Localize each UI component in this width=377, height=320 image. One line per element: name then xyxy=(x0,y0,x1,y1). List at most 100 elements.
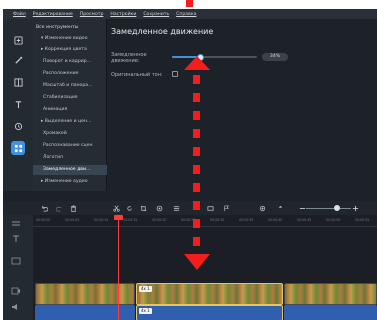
record-button[interactable] xyxy=(258,204,266,212)
zoom-in-button[interactable] xyxy=(351,204,359,212)
slowdown-value-field[interactable]: 34% xyxy=(262,53,288,61)
properties-button[interactable] xyxy=(172,204,180,212)
original-tone-checkbox[interactable] xyxy=(172,71,178,77)
add-track-icon[interactable] xyxy=(11,220,21,228)
arrow-dash xyxy=(193,75,200,84)
color-button[interactable] xyxy=(155,204,163,212)
video-track-icon xyxy=(11,287,21,295)
marker-icon xyxy=(278,205,282,211)
transitions-icon xyxy=(13,77,23,87)
text-track-icon xyxy=(11,235,21,243)
tree-item-logo[interactable]: Логотип xyxy=(33,153,107,163)
tree-item-change-video[interactable]: ▾ Изменение видео xyxy=(33,34,107,44)
delete-button[interactable] xyxy=(69,204,77,212)
audio-clip[interactable] xyxy=(284,305,377,320)
slowdown-label: Замедленное движение: xyxy=(111,52,147,64)
tree-item-chroma-key[interactable]: Хромакей xyxy=(33,129,107,139)
playhead[interactable] xyxy=(118,215,119,320)
tree-item-animation[interactable]: Анимация xyxy=(33,105,107,115)
sticker-icon xyxy=(14,122,22,130)
tree-item-highlight[interactable]: ▸ Выделение и цен... xyxy=(33,117,107,127)
zoom-slider-handle[interactable] xyxy=(334,205,340,211)
arrow-dash xyxy=(193,147,200,156)
menu-view[interactable]: Просмотр xyxy=(80,12,104,17)
crop-button[interactable] xyxy=(139,204,147,212)
insert-icon xyxy=(207,205,213,211)
tree-item-scene-detection[interactable]: Распознавание сцен xyxy=(33,141,107,151)
menu-help[interactable]: Справка xyxy=(176,12,196,17)
crop-icon xyxy=(140,205,146,211)
cut-button[interactable] xyxy=(112,204,120,212)
tree-item-slow-motion[interactable]: Замедленное дви... xyxy=(33,165,107,175)
zoom-slider[interactable] xyxy=(306,208,351,209)
video-clip[interactable] xyxy=(284,283,377,305)
audio-clip[interactable] xyxy=(35,305,135,320)
arrow-dash xyxy=(193,165,200,174)
tree-item-change-audio[interactable]: ▸ Изменение аудио xyxy=(33,177,107,187)
menu-bar: Файл Редактирование Просмотр Настройки С… xyxy=(3,9,377,19)
tree-item-zoom-pan[interactable]: Масштаб и панора... xyxy=(33,81,107,91)
annotation-top-mark xyxy=(186,0,193,7)
trash-icon xyxy=(70,205,76,212)
arrow-dash xyxy=(193,219,200,228)
import-tool[interactable] xyxy=(11,33,25,47)
arrow-down-head-icon xyxy=(184,254,210,270)
sliders-icon xyxy=(173,205,179,211)
arrow-dash xyxy=(193,183,200,192)
redo-icon xyxy=(55,206,61,212)
slow-motion-panel: Замедленное движение Замедленное движени… xyxy=(107,19,377,191)
arrow-dash xyxy=(193,201,200,210)
arrow-dash xyxy=(193,93,200,102)
menu-save[interactable]: Сохранить xyxy=(143,12,169,17)
record-icon xyxy=(259,205,265,211)
insert-button[interactable] xyxy=(206,204,214,212)
rotate-icon xyxy=(126,205,132,211)
scissors-icon xyxy=(112,205,120,212)
more-tools[interactable] xyxy=(11,141,25,155)
timeline-tracks: 4x 1 4x 1 xyxy=(33,227,377,320)
arrow-dash xyxy=(193,237,200,246)
flag-button[interactable] xyxy=(222,204,230,212)
color-adjust-icon xyxy=(156,205,162,211)
import-icon xyxy=(13,35,23,45)
tool-rail xyxy=(3,19,33,191)
undo-button[interactable] xyxy=(40,204,48,212)
audio-clip-selected[interactable]: 4x 1 xyxy=(136,305,283,320)
menu-settings[interactable]: Настройки xyxy=(110,12,136,17)
track-headers xyxy=(3,215,33,320)
video-clip-selected[interactable]: 4x 1 xyxy=(136,283,283,305)
clip-speed-badge: 4x 1 xyxy=(139,286,152,292)
original-tone-label: Оригинальный тон: xyxy=(111,72,163,78)
tree-item-all-tools[interactable]: Все инструменты xyxy=(33,23,107,33)
menu-file[interactable]: Файл xyxy=(13,12,26,17)
minus-icon xyxy=(299,207,305,209)
menu-edit[interactable]: Редактирование xyxy=(33,12,73,17)
rotate-button[interactable] xyxy=(125,204,133,212)
transitions-tool[interactable] xyxy=(11,75,25,89)
playhead-handle[interactable] xyxy=(114,215,123,220)
tools-tree: Все инструменты ▾ Изменение видео ▸ Корр… xyxy=(33,19,107,191)
video-clip[interactable] xyxy=(35,283,135,305)
tree-item-stabilization[interactable]: Стабилизация xyxy=(33,93,107,103)
timeline-ruler[interactable]: 00:00:00 00:00:05 00:00:10 00:00:15 00:0… xyxy=(33,215,377,227)
arrow-up-head-icon xyxy=(184,56,210,70)
titles-tool[interactable] xyxy=(11,97,25,111)
text-icon xyxy=(15,100,21,108)
flag-icon xyxy=(223,205,229,211)
tree-item-color-correction[interactable]: ▸ Коррекция цвета xyxy=(33,45,107,55)
grid-icon xyxy=(14,144,22,152)
tree-item-rotate-crop[interactable]: Поворот и кадрир... xyxy=(33,57,107,67)
audio-track-icon xyxy=(11,303,21,311)
marker-button[interactable] xyxy=(276,204,284,212)
overlay-track-icon xyxy=(11,257,21,265)
stickers-tool[interactable] xyxy=(11,119,25,133)
audio-speed-badge: 4x 1 xyxy=(139,308,152,314)
plus-icon xyxy=(352,205,358,211)
redo-button[interactable] xyxy=(55,204,63,212)
undo-icon xyxy=(41,205,48,212)
zoom-out-button[interactable] xyxy=(298,204,306,212)
tree-item-position[interactable]: Расположение xyxy=(33,69,107,79)
filters-tool[interactable] xyxy=(11,53,25,67)
timeline-toolbar xyxy=(3,201,377,215)
arrow-dash xyxy=(193,129,200,138)
